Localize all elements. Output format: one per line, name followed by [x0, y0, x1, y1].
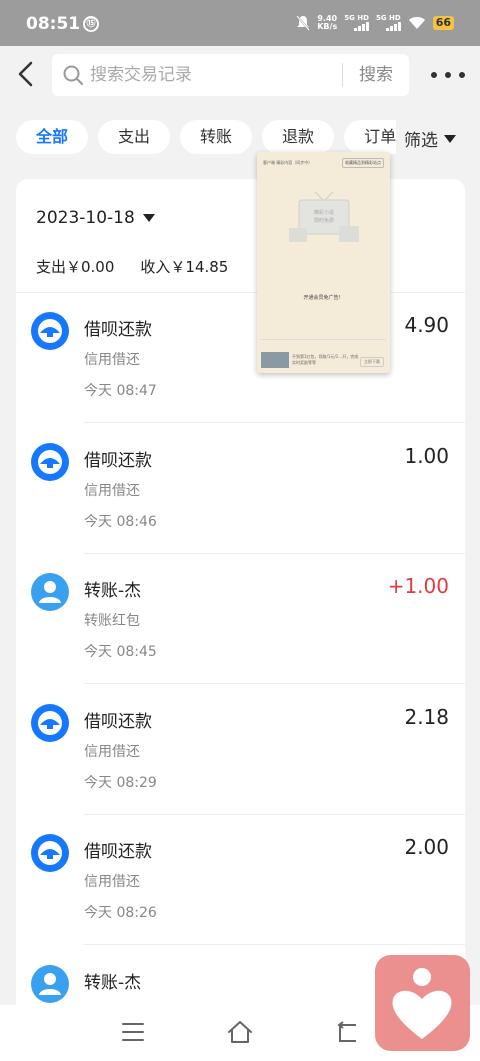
tab-0[interactable]: 全部: [16, 120, 89, 154]
status-time: 08:51: [26, 14, 81, 34]
tv-illustration-icon: 精彩小说 限时免费: [289, 191, 359, 242]
ad-description: 不到第1红包，领取/1元/1…开，完成实时奖励等等: [292, 354, 359, 365]
person-avatar-icon: [31, 964, 69, 1003]
jiebei-icon: [31, 703, 69, 742]
search-input[interactable]: [90, 54, 380, 96]
status-icons: 9.40 KB/s 5G HD 5G HD 66: [296, 15, 454, 31]
transaction-title: 借呗还款: [84, 711, 152, 732]
signal-icon-2: 5G HD: [376, 15, 401, 31]
wifi-icon: [408, 17, 425, 29]
ad-top-text: 客户端 精彩内容（同步中）: [263, 160, 313, 165]
caret-down-icon: [444, 134, 456, 143]
signal-icon-1: 5G HD: [344, 15, 369, 31]
filter-button[interactable]: 筛选: [404, 126, 456, 151]
back-arrow-icon[interactable]: [14, 59, 40, 89]
battery-icon: 66: [432, 16, 454, 30]
ad-thumbnail: [261, 352, 289, 368]
menu-icon[interactable]: [122, 1023, 144, 1041]
jiebei-icon: [31, 442, 69, 481]
network-speed: 9.40 KB/s: [317, 14, 338, 31]
jiebei-icon: [31, 312, 69, 350]
ad-illus-line1: 精彩小说: [314, 209, 334, 216]
transaction-row[interactable]: 转账-杰转账红包今天 08:45 +1.00: [16, 554, 465, 684]
mute-bell-icon: [296, 15, 310, 31]
status-bar: 08:51 ⑮ 9.40 KB/s 5G HD 5G HD 66: [0, 0, 480, 46]
tab-1[interactable]: 支出: [98, 120, 171, 154]
transaction-title: 转账-杰: [84, 581, 142, 601]
more-options-icon[interactable]: [431, 68, 465, 82]
home-icon[interactable]: [226, 1019, 254, 1045]
summary-row: 支出￥0.00 收入￥14.85: [36, 256, 228, 277]
transaction-category: 转账红包: [84, 613, 140, 629]
transaction-time: 今天 08:29: [84, 774, 157, 791]
transaction-time: 今天 08:46: [84, 513, 157, 530]
search-button[interactable]: 搜索: [343, 54, 409, 96]
header: 搜索: [0, 46, 480, 104]
expense-total: 支出￥0.00: [36, 258, 115, 276]
date-label: 2023-10-18: [36, 208, 135, 228]
transaction-amount: 2.18: [404, 704, 449, 729]
search-bar[interactable]: 搜索: [52, 54, 409, 96]
search-icon: [63, 65, 83, 85]
transaction-category: 信用借还: [84, 874, 140, 890]
floating-ad-preview[interactable]: 客户端 精彩内容（同步中） 收藏精品到精彩站点 精彩小说 限时免费 开通会员免广…: [257, 152, 390, 373]
transaction-time: 今天 08:45: [84, 644, 157, 660]
transaction-title: 转账-杰: [84, 972, 142, 993]
transaction-category: 信用借还: [84, 743, 140, 760]
transaction-row[interactable]: 借呗还款信用借还今天 08:26 2.00: [16, 815, 465, 945]
tab-3[interactable]: 退款: [262, 120, 335, 154]
jiebei-icon: [31, 834, 69, 872]
tab-4[interactable]: 订单: [344, 120, 396, 154]
transaction-time: 今天 08:47: [84, 383, 157, 399]
transaction-card: 2023-10-18 支出￥0.00 收入￥14.85 借呗还款 信用借还 今天 0…: [16, 179, 465, 1009]
person-avatar-icon: [31, 573, 69, 611]
transaction-amount: 4.90: [404, 313, 449, 337]
transaction-category: 信用借还: [84, 482, 140, 499]
transaction-category: 信用借还: [84, 352, 140, 368]
transaction-row[interactable]: 借呗还款信用借还今天 08:29 2.18: [16, 685, 465, 815]
transaction-amount: 1.00: [404, 443, 449, 468]
ad-download-button[interactable]: 立即下载: [360, 357, 384, 367]
floating-heart-widget[interactable]: [375, 955, 470, 1051]
back-nav-icon[interactable]: [334, 1021, 360, 1045]
heart-person-icon: [392, 968, 452, 1039]
ad-top-button[interactable]: 收藏精品到精彩站点: [342, 158, 384, 168]
caret-down-icon: [142, 214, 155, 222]
transaction-row[interactable]: 借呗还款信用借还今天 08:47 4.90: [16, 293, 465, 423]
ad-divider: [261, 339, 386, 340]
mode-icon: ⑮: [83, 16, 99, 32]
ad-illus-line2: 限时免费: [314, 217, 334, 224]
filter-label: 筛选: [404, 131, 438, 151]
transaction-amount: +1.00: [387, 574, 449, 598]
transaction-row[interactable]: 借呗还款信用借还今天 08:46 1.00: [16, 424, 465, 554]
date-selector[interactable]: 2023-10-18: [36, 208, 155, 228]
ad-center-text: 开通会员免广告！: [303, 295, 344, 301]
transaction-title: 借呗还款: [84, 450, 152, 471]
tab-2[interactable]: 转账: [180, 120, 253, 154]
transaction-title: 借呗还款: [84, 320, 152, 340]
transaction-time: 今天 08:26: [84, 905, 157, 921]
transaction-title: 借呗还款: [84, 842, 152, 862]
income-total: 收入￥14.85: [140, 258, 229, 276]
transaction-amount: 2.00: [404, 835, 449, 859]
